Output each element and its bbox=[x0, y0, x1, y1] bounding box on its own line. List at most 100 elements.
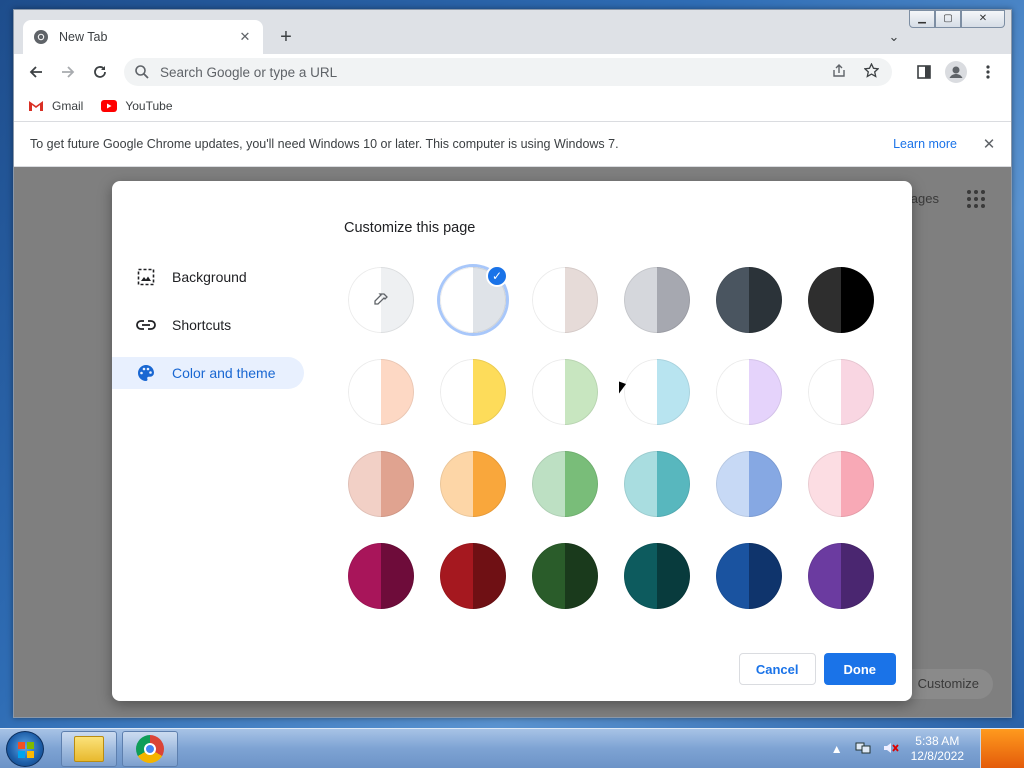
omnibox-placeholder: Search Google or type a URL bbox=[160, 64, 338, 80]
network-icon[interactable] bbox=[855, 740, 871, 759]
theme-swatch[interactable] bbox=[716, 359, 782, 425]
dialog-footer: Cancel Done bbox=[738, 653, 896, 685]
minimize-button[interactable]: ▁ bbox=[909, 10, 935, 28]
theme-swatch[interactable] bbox=[808, 267, 874, 333]
menu-item-color-and-theme[interactable]: Color and theme bbox=[112, 357, 304, 389]
omnibox[interactable]: Search Google or type a URL bbox=[124, 58, 892, 86]
toolbar: Search Google or type a URL bbox=[14, 54, 1011, 90]
theme-swatch[interactable] bbox=[808, 359, 874, 425]
volume-muted-icon[interactable] bbox=[883, 740, 899, 759]
cancel-button[interactable]: Cancel bbox=[738, 653, 816, 685]
start-button[interactable] bbox=[6, 731, 44, 767]
reload-icon[interactable] bbox=[86, 58, 114, 86]
swatch-border bbox=[808, 451, 874, 517]
show-desktop-button[interactable] bbox=[980, 729, 1024, 768]
theme-swatch[interactable] bbox=[440, 451, 506, 517]
swatch-circle bbox=[624, 543, 690, 609]
swatch-circle bbox=[348, 543, 414, 609]
tray-expand-icon[interactable]: ▲ bbox=[831, 742, 843, 756]
theme-swatch[interactable] bbox=[716, 267, 782, 333]
tab-search-icon[interactable]: ⌄ bbox=[882, 26, 906, 50]
swatch-border bbox=[532, 359, 598, 425]
taskbar-chrome[interactable] bbox=[122, 731, 178, 767]
theme-swatch[interactable] bbox=[440, 359, 506, 425]
theme-swatch[interactable] bbox=[440, 543, 506, 609]
search-icon bbox=[135, 65, 149, 79]
link-icon bbox=[136, 315, 156, 335]
folder-icon bbox=[74, 736, 104, 762]
youtube-icon bbox=[101, 99, 118, 112]
taskbar-explorer[interactable] bbox=[61, 731, 117, 767]
side-panel-icon[interactable] bbox=[910, 58, 938, 86]
swatch-border bbox=[624, 359, 690, 425]
swatch-circle bbox=[440, 359, 506, 425]
theme-swatch[interactable] bbox=[808, 451, 874, 517]
swatch-border bbox=[532, 543, 598, 609]
theme-swatch[interactable]: ✓ bbox=[440, 265, 508, 333]
menu-item-shortcuts[interactable]: Shortcuts bbox=[112, 309, 304, 341]
forward-arrow-icon[interactable] bbox=[54, 58, 82, 86]
swatch-circle bbox=[808, 359, 874, 425]
theme-swatch[interactable] bbox=[624, 451, 690, 517]
swatch-circle bbox=[808, 543, 874, 609]
gmail-icon bbox=[29, 100, 43, 111]
swatch-circle bbox=[716, 267, 782, 333]
theme-swatch[interactable] bbox=[624, 359, 690, 425]
bookmark-youtube[interactable]: YouTube bbox=[101, 99, 173, 113]
learn-more-link[interactable]: Learn more bbox=[893, 137, 957, 151]
menu-item-label: Background bbox=[172, 269, 247, 285]
tab-close-icon[interactable]: ✕ bbox=[237, 29, 253, 45]
swatch-circle bbox=[624, 451, 690, 517]
menu-kebab-icon[interactable] bbox=[974, 58, 1002, 86]
clock[interactable]: 5:38 AM 12/8/2022 bbox=[911, 734, 964, 764]
palette-icon bbox=[136, 363, 156, 383]
profile-avatar-icon[interactable] bbox=[942, 58, 970, 86]
swatch-border bbox=[348, 359, 414, 425]
swatch-border bbox=[624, 543, 690, 609]
theme-swatch[interactable] bbox=[716, 543, 782, 609]
swatch-border bbox=[808, 543, 874, 609]
back-arrow-icon[interactable] bbox=[22, 58, 50, 86]
new-tab-button[interactable]: + bbox=[272, 24, 300, 52]
swatch-border bbox=[716, 267, 782, 333]
infobar-close-icon[interactable]: ✕ bbox=[973, 135, 1005, 153]
apps-grid-icon[interactable] bbox=[967, 190, 985, 208]
swatch-circle bbox=[348, 267, 414, 333]
maximize-button[interactable]: ▢ bbox=[935, 10, 961, 28]
swatch-circle bbox=[348, 359, 414, 425]
theme-swatches: ✓ bbox=[348, 265, 878, 609]
theme-swatch[interactable] bbox=[532, 451, 598, 517]
swatch-circle bbox=[440, 451, 506, 517]
custom-color-picker[interactable] bbox=[348, 267, 414, 333]
theme-swatch[interactable] bbox=[348, 543, 414, 609]
swatch-border bbox=[808, 267, 874, 333]
theme-swatch[interactable] bbox=[532, 543, 598, 609]
theme-swatch[interactable] bbox=[716, 451, 782, 517]
theme-swatch[interactable] bbox=[348, 359, 414, 425]
clock-time: 5:38 AM bbox=[915, 734, 960, 748]
title-bar: New Tab ✕ + ⌄ ▁ ▢ ✕ bbox=[14, 10, 1011, 54]
bookmarks-bar: Gmail YouTube bbox=[14, 90, 1011, 122]
star-icon[interactable] bbox=[860, 62, 882, 81]
swatch-circle bbox=[532, 267, 598, 333]
theme-swatch[interactable] bbox=[532, 267, 598, 333]
swatch-circle bbox=[532, 451, 598, 517]
swatch-border bbox=[348, 543, 414, 609]
bookmark-gmail[interactable]: Gmail bbox=[28, 99, 83, 113]
tab-new-tab[interactable]: New Tab ✕ bbox=[23, 20, 263, 54]
share-icon[interactable] bbox=[828, 63, 850, 81]
swatch-circle bbox=[624, 267, 690, 333]
close-window-button[interactable]: ✕ bbox=[961, 10, 1005, 28]
swatch-border bbox=[440, 543, 506, 609]
theme-swatch[interactable] bbox=[624, 543, 690, 609]
menu-item-background[interactable]: Background bbox=[112, 261, 304, 293]
theme-swatch[interactable] bbox=[532, 359, 598, 425]
swatch-circle bbox=[716, 451, 782, 517]
done-button[interactable]: Done bbox=[823, 653, 896, 685]
swatch-circle bbox=[808, 267, 874, 333]
theme-swatch[interactable] bbox=[624, 267, 690, 333]
dialog-title: Customize this page bbox=[344, 220, 476, 236]
theme-swatch[interactable] bbox=[348, 451, 414, 517]
system-tray: ▲ 5:38 AM 12/8/2022 bbox=[831, 729, 972, 768]
theme-swatch[interactable] bbox=[808, 543, 874, 609]
